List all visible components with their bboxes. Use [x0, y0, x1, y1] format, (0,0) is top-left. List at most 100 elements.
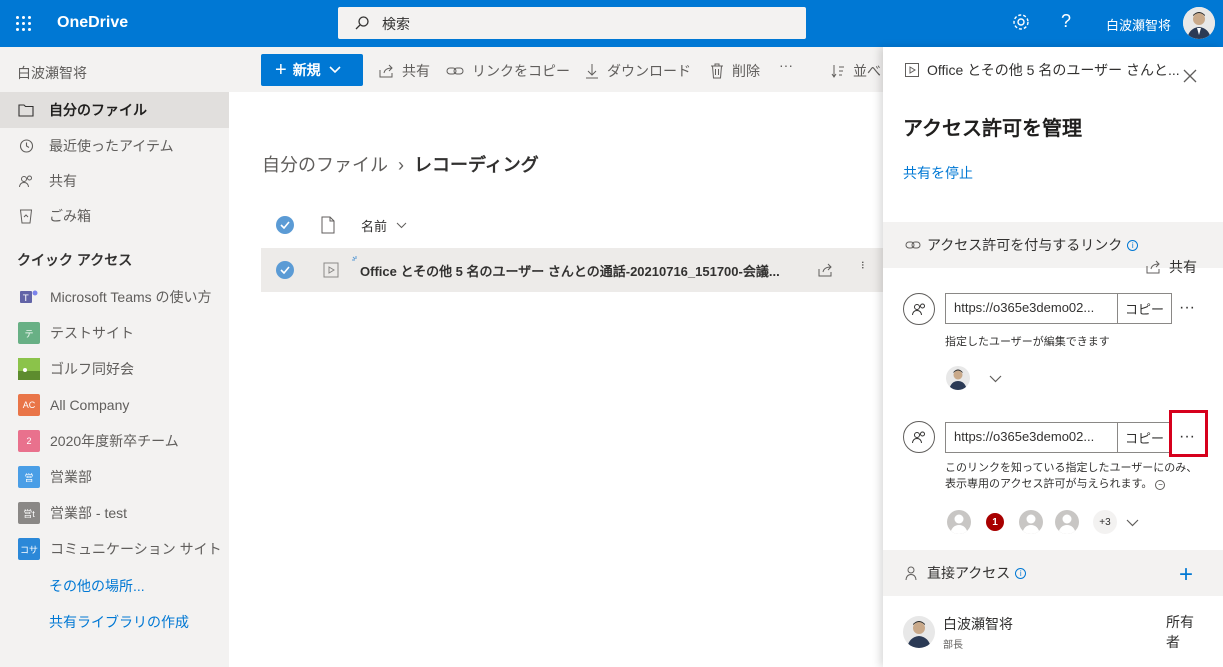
panel-file-name: Office とその他 5 名のユーザー さんと... — [927, 62, 1180, 78]
site-label: ゴルフ同好会 — [50, 361, 134, 377]
video-file-icon — [323, 262, 339, 278]
teams-icon: T — [18, 286, 40, 308]
nav-item-recent[interactable]: 最近使ったアイテム — [0, 128, 229, 164]
nav-item-shared[interactable]: 共有 — [0, 163, 229, 199]
copy-link-label: リンクをコピー — [472, 63, 570, 79]
owner-role: 所有者 — [1166, 614, 1194, 650]
info-icon[interactable]: i — [1015, 567, 1027, 579]
copy-link-button[interactable]: リンクをコピー — [446, 61, 570, 81]
site-icon: 2 — [18, 430, 40, 452]
site-label: Microsoft Teams の使い方 — [50, 289, 212, 305]
sidebar-site-communication[interactable]: コサ コミュニケーション サイト — [0, 531, 229, 567]
new-button[interactable]: + 新規 — [261, 54, 363, 86]
avatar[interactable] — [1019, 510, 1043, 534]
sort-button[interactable]: 並べ — [831, 61, 881, 81]
chevron-down-icon[interactable] — [1126, 519, 1139, 527]
row-checkbox[interactable] — [276, 261, 294, 279]
avatar — [903, 616, 935, 648]
specific-people-link-icon — [903, 293, 935, 325]
search-icon — [355, 16, 369, 30]
owner-title: 部長 — [943, 640, 963, 651]
search-input[interactable]: 検索 — [338, 7, 806, 39]
column-name-header[interactable]: 名前 — [361, 216, 387, 235]
select-all-checkbox[interactable] — [276, 216, 294, 234]
nav-item-recycle-bin[interactable]: ごみ箱 — [0, 198, 229, 234]
link-url-field[interactable]: https://o365e3demo02... — [945, 422, 1118, 453]
site-label: 営業部 — [50, 469, 92, 485]
sidebar-site-all-company[interactable]: AC All Company — [0, 387, 229, 423]
stop-sharing-link[interactable]: 共有を停止 — [903, 163, 973, 183]
site-icon: AC — [18, 394, 40, 416]
direct-access-label: 直接アクセス — [927, 565, 1011, 581]
chevron-down-icon[interactable] — [989, 375, 1002, 383]
avatar[interactable] — [946, 366, 970, 390]
copy-button[interactable]: コピー — [1117, 422, 1172, 453]
breadcrumb-separator-icon: › — [398, 155, 404, 175]
specific-people-link-icon — [903, 421, 935, 453]
site-icon: テ — [18, 322, 40, 344]
gear-icon[interactable] — [1011, 12, 1031, 32]
left-nav: 白波瀬智将 自分のファイル 最近使ったアイテム 共有 ごみ箱 クイック アクセス… — [0, 47, 229, 667]
link-description: このリンクを知っている指定したユーザーにのみ、 表示専用のアクセス許可が与えられ… — [945, 460, 1197, 492]
site-icon: 営 — [18, 466, 40, 488]
create-library-link[interactable]: 共有ライブラリの作成 — [49, 612, 189, 632]
nav-owner-name: 白波瀬智将 — [17, 65, 87, 81]
notification-badge: 1 — [986, 513, 1004, 531]
chevron-down-icon — [329, 66, 341, 74]
plus-icon: + — [275, 58, 287, 81]
sidebar-site-sales[interactable]: 営 営業部 — [0, 459, 229, 495]
info-icon[interactable]: i — [1127, 239, 1139, 251]
sidebar-site-2020-newgrad[interactable]: 2 2020年度新卒チーム — [0, 423, 229, 459]
site-label: 2020年度新卒チーム — [50, 433, 179, 449]
avatar[interactable] — [1183, 7, 1215, 39]
copy-button[interactable]: コピー — [1117, 293, 1172, 324]
more-people-count[interactable]: +3 — [1093, 510, 1117, 534]
avatar[interactable] — [1055, 510, 1079, 534]
sidebar-site-test[interactable]: テ テストサイト — [0, 315, 229, 351]
link-more-icon[interactable]: ··· — [1176, 297, 1198, 319]
panel-file-title: Office とその他 5 名のユーザー さんと... — [905, 60, 1180, 80]
add-people-icon[interactable]: + — [1179, 561, 1193, 589]
link-icon — [905, 241, 921, 249]
more-places-link[interactable]: その他の場所... — [49, 576, 145, 596]
share-button[interactable]: 共有 — [378, 61, 430, 81]
share-icon[interactable] — [817, 262, 833, 278]
breadcrumb-root[interactable]: 自分のファイル — [262, 155, 388, 175]
app-name[interactable]: OneDrive — [57, 14, 128, 32]
download-button[interactable]: ダウンロード — [585, 61, 691, 81]
delete-button[interactable]: 削除 — [710, 61, 760, 81]
sidebar-site-sales-test[interactable]: 営t 営業部 - test — [0, 495, 229, 531]
share-label: 共有 — [402, 63, 430, 79]
folder-icon — [18, 102, 34, 118]
avatar[interactable] — [947, 510, 971, 534]
person-icon — [905, 566, 917, 581]
table-row[interactable]: Office とその他 5 名のユーザー さんとの通話-20210716_151… — [261, 248, 883, 292]
nav-item-label: 自分のファイル — [49, 102, 147, 118]
nav-item-my-files[interactable]: 自分のファイル — [0, 92, 229, 128]
more-commands-button[interactable]: ··· — [779, 57, 793, 73]
delete-label: 削除 — [732, 63, 760, 79]
help-icon[interactable]: ? — [1061, 11, 1071, 32]
panel-share-button[interactable]: 共有 — [1145, 257, 1197, 277]
app-launcher-icon[interactable] — [14, 14, 34, 34]
collapse-icon[interactable]: − — [1155, 480, 1166, 490]
recycle-bin-icon — [18, 208, 34, 224]
sort-label: 並べ — [853, 63, 881, 79]
nav-item-label: ごみ箱 — [49, 208, 91, 224]
svg-text:T: T — [22, 294, 29, 304]
link-url-field[interactable]: https://o365e3demo02... — [945, 293, 1118, 324]
close-icon[interactable] — [1183, 69, 1197, 83]
links-section-label: アクセス許可を付与するリンク — [927, 237, 1123, 253]
panel-title: アクセス許可を管理 — [903, 118, 1082, 140]
row-more-icon[interactable]: ··· — [856, 260, 872, 268]
sidebar-site-teams[interactable]: T Microsoft Teams の使い方 — [0, 279, 229, 315]
quick-access-heading: クイック アクセス — [17, 252, 133, 268]
nav-item-label: 最近使ったアイテム — [49, 138, 174, 154]
command-bar: + 新規 共有 リンクをコピー ダウンロード 削除 ··· 並べ — [229, 47, 883, 92]
file-name[interactable]: Office とその他 5 名のユーザー さんとの通話-20210716_151… — [360, 261, 780, 280]
highlight-box — [1169, 410, 1208, 457]
sidebar-site-golf[interactable]: ゴルフ同好会 — [0, 351, 229, 387]
panel-share-label: 共有 — [1169, 259, 1197, 275]
file-type-icon — [321, 216, 335, 234]
user-name[interactable]: 白波瀬智将 — [1106, 15, 1171, 34]
